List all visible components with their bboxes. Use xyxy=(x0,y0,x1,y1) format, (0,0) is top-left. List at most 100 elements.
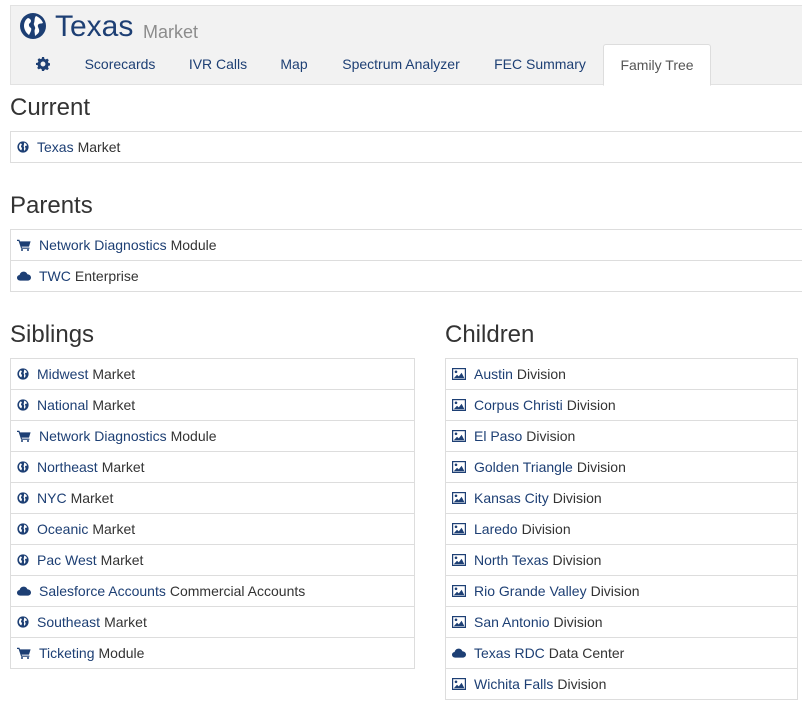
siblings-list-item: NYC Market xyxy=(11,483,414,514)
globe-icon xyxy=(17,141,33,153)
globe-icon xyxy=(17,492,33,504)
picture-icon xyxy=(452,399,470,411)
page-subtitle: Market xyxy=(143,22,199,42)
children-item-link[interactable]: Laredo xyxy=(474,521,518,537)
parents-heading: Parents xyxy=(10,192,93,219)
current-list-item: Texas Market xyxy=(11,132,802,163)
children-list-item: Golden Triangle Division xyxy=(446,452,797,483)
children-list-item: Kansas City Division xyxy=(446,483,797,514)
children-item-type: Division xyxy=(557,676,607,692)
siblings-item-type: Market xyxy=(92,521,136,537)
siblings-list-item: Midwest Market xyxy=(11,359,414,390)
children-item-link[interactable]: Corpus Christi xyxy=(474,397,563,413)
globe-icon xyxy=(17,461,33,473)
parents-item-type: Enterprise xyxy=(74,268,139,284)
children-list-item: El Paso Division xyxy=(446,421,797,452)
siblings-item-link[interactable]: Pac West xyxy=(37,552,97,568)
siblings-item-link[interactable]: Midwest xyxy=(37,366,88,382)
siblings-item-link[interactable]: Southeast xyxy=(37,614,100,630)
siblings-list-item: Network Diagnostics Module xyxy=(11,421,414,452)
children-list-item: Laredo Division xyxy=(446,514,797,545)
siblings-list-item: Pac West Market xyxy=(11,545,414,576)
siblings-item-type: Module xyxy=(170,428,217,444)
globe-icon xyxy=(17,523,33,535)
children-item-link[interactable]: Austin xyxy=(474,366,513,382)
globe-icon xyxy=(17,616,33,628)
tab-fec-summary[interactable]: FEC Summary xyxy=(481,44,599,85)
siblings-list-item: Salesforce Accounts Commercial Accounts xyxy=(11,576,414,607)
children-list-item: Rio Grande Valley Division xyxy=(446,576,797,607)
parents-item-link[interactable]: Network Diagnostics xyxy=(39,237,167,253)
children-list: Austin Division Corpus Christi Division El P… xyxy=(445,358,798,700)
cloud-icon xyxy=(452,648,470,658)
cart-icon xyxy=(17,647,35,659)
tab-bar: Scorecards IVR Calls Map Spectrum Analyz… xyxy=(11,44,793,86)
tab-map[interactable]: Map xyxy=(267,44,321,85)
current-item-type: Market xyxy=(77,139,121,155)
globe-icon xyxy=(17,399,33,411)
globe-icon xyxy=(17,368,33,380)
children-item-type: Division xyxy=(566,397,616,413)
children-item-type: Division xyxy=(553,614,603,630)
siblings-item-type: Module xyxy=(98,645,145,661)
siblings-item-link[interactable]: NYC xyxy=(37,490,67,506)
children-item-link[interactable]: Golden Triangle xyxy=(474,459,573,475)
siblings-list-item: Southeast Market xyxy=(11,607,414,638)
siblings-item-type: Market xyxy=(92,397,136,413)
children-item-link[interactable]: Kansas City xyxy=(474,490,549,506)
children-item-link[interactable]: El Paso xyxy=(474,428,522,444)
children-list-item: Wichita Falls Division xyxy=(446,669,797,700)
current-item-link[interactable]: Texas xyxy=(37,139,74,155)
siblings-item-link[interactable]: Salesforce Accounts xyxy=(39,583,166,599)
children-item-type: Division xyxy=(516,366,566,382)
globe-icon xyxy=(20,13,46,39)
children-heading: Children xyxy=(445,321,535,348)
siblings-item-type: Commercial Accounts xyxy=(169,583,306,599)
siblings-item-link[interactable]: Oceanic xyxy=(37,521,88,537)
children-item-link[interactable]: Rio Grande Valley xyxy=(474,583,587,599)
tab-scorecards[interactable]: Scorecards xyxy=(71,44,169,85)
children-list-item: Austin Division xyxy=(446,359,797,390)
children-item-type: Division xyxy=(526,428,576,444)
parents-item-type: Module xyxy=(170,237,217,253)
siblings-list: Midwest Market National Market Network Diagn… xyxy=(10,358,415,669)
siblings-item-link[interactable]: Ticketing xyxy=(39,645,95,661)
children-item-link[interactable]: Wichita Falls xyxy=(474,676,553,692)
picture-icon xyxy=(452,678,470,690)
siblings-item-link[interactable]: National xyxy=(37,397,88,413)
children-item-type: Data Center xyxy=(548,645,625,661)
siblings-item-type: Market xyxy=(101,459,145,475)
children-item-type: Division xyxy=(552,490,602,506)
siblings-item-type: Market xyxy=(100,552,144,568)
picture-icon xyxy=(452,616,470,628)
tab-spectrum-analyzer[interactable]: Spectrum Analyzer xyxy=(329,44,473,85)
tab-family-tree[interactable]: Family Tree xyxy=(603,44,711,86)
children-item-link[interactable]: North Texas xyxy=(474,552,548,568)
children-list-item: San Antonio Division xyxy=(446,607,797,638)
siblings-item-type: Market xyxy=(70,490,114,506)
page-title: Texas xyxy=(55,10,134,43)
children-item-type: Division xyxy=(576,459,626,475)
tab-ivr-calls[interactable]: IVR Calls xyxy=(177,44,259,85)
parents-item-link[interactable]: TWC xyxy=(39,268,71,284)
picture-icon xyxy=(452,585,470,597)
cloud-icon xyxy=(17,271,35,281)
children-list-item: North Texas Division xyxy=(446,545,797,576)
tab-settings[interactable] xyxy=(27,44,59,85)
picture-icon xyxy=(452,461,470,473)
children-item-link[interactable]: San Antonio xyxy=(474,614,550,630)
children-item-link[interactable]: Texas RDC xyxy=(474,645,545,661)
siblings-heading: Siblings xyxy=(10,321,95,348)
cart-icon xyxy=(17,430,35,442)
siblings-item-type: Market xyxy=(104,614,147,630)
picture-icon xyxy=(452,554,470,566)
parents-list-item: TWC Enterprise xyxy=(11,261,802,292)
siblings-item-link[interactable]: Network Diagnostics xyxy=(39,428,167,444)
siblings-list-item: National Market xyxy=(11,390,414,421)
siblings-list-item: Ticketing Module xyxy=(11,638,414,669)
siblings-list-item: Oceanic Market xyxy=(11,514,414,545)
children-item-type: Division xyxy=(590,583,640,599)
siblings-item-link[interactable]: Northeast xyxy=(37,459,98,475)
cart-icon xyxy=(17,239,35,251)
children-list-item: Texas RDC Data Center xyxy=(446,638,797,669)
